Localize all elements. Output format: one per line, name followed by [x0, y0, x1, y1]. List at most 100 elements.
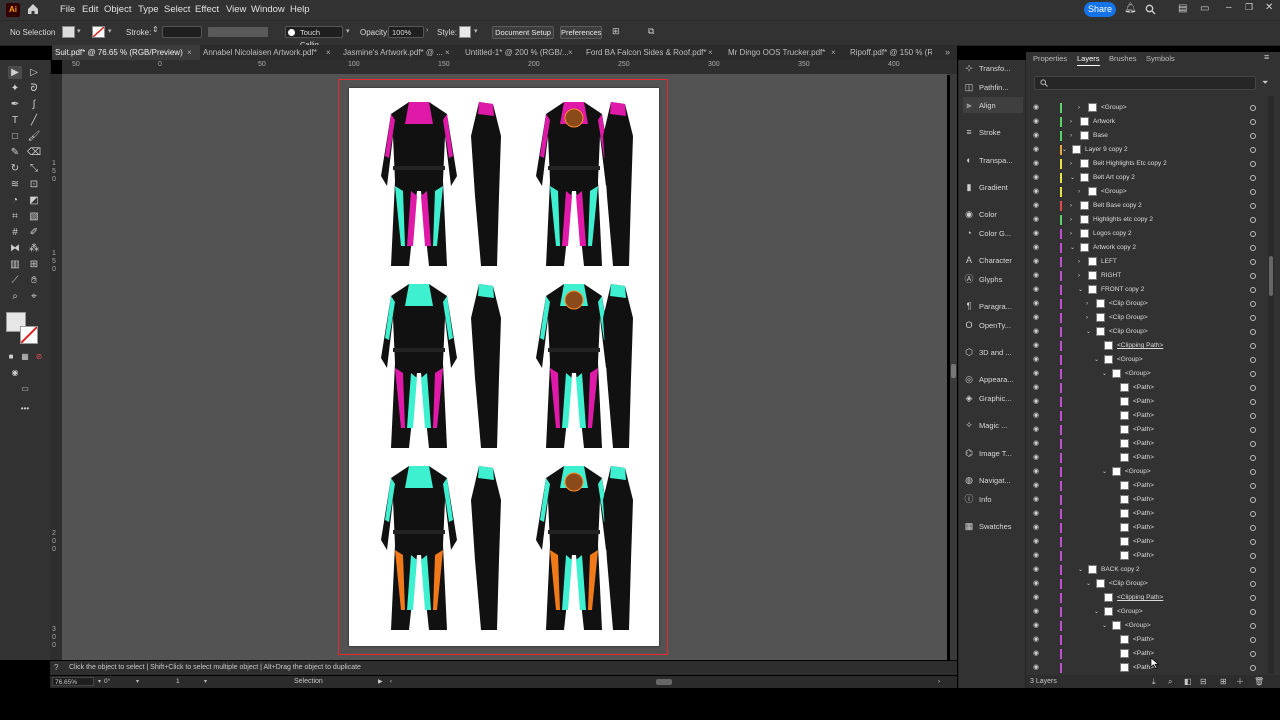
layer-row[interactable]: ◉ <Path>: [1030, 661, 1258, 675]
eye-icon[interactable]: ◉: [1033, 549, 1039, 563]
artboard-navigation-field[interactable]: 1: [174, 677, 204, 686]
target-circle-icon[interactable]: [1250, 539, 1256, 545]
target-circle-icon[interactable]: [1250, 203, 1256, 209]
layer-row[interactable]: ◉ ⌄ <Clip Group>: [1030, 577, 1258, 591]
layer-row[interactable]: ◉ ⌄ Layer 9 copy 2: [1030, 143, 1258, 157]
layer-row[interactable]: ◉ ⌄ <Group>: [1030, 465, 1258, 479]
collect-export-icon[interactable]: ⤓: [1152, 675, 1156, 688]
chevron-down-icon[interactable]: ⌄: [1070, 171, 1075, 185]
blend-tool-icon[interactable]: ⧓: [8, 242, 22, 255]
layer-row[interactable]: ◉ <Path>: [1030, 549, 1258, 563]
layer-row[interactable]: ◉ › Artwork: [1030, 115, 1258, 129]
chevron-down-icon[interactable]: ⌄: [1070, 241, 1075, 255]
more-tabs-icon[interactable]: »: [945, 45, 950, 60]
chevron-right-icon[interactable]: ›: [1070, 213, 1072, 227]
gradient-mode-icon[interactable]: ▦: [18, 350, 32, 363]
eye-icon[interactable]: ◉: [1033, 409, 1039, 423]
document-setup-button[interactable]: Document Setup: [492, 26, 554, 39]
panel-item-align[interactable]: ⫸ Align: [963, 97, 1023, 113]
eye-icon[interactable]: ◉: [1033, 339, 1039, 353]
target-circle-icon[interactable]: [1250, 259, 1256, 265]
preferences-button[interactable]: Preferences: [560, 26, 602, 39]
target-circle-icon[interactable]: [1250, 105, 1256, 111]
close-icon[interactable]: ×: [708, 45, 713, 60]
eye-icon[interactable]: ◉: [1033, 353, 1039, 367]
layer-row[interactable]: ◉ › <Group>: [1030, 101, 1258, 115]
target-circle-icon[interactable]: [1250, 119, 1256, 125]
panel-item-color-guide[interactable]: ◔ Color G...: [963, 225, 1023, 241]
tab-layers[interactable]: Layers: [1077, 54, 1100, 66]
panel-item-pathfinder[interactable]: ◫ Pathfin...: [963, 79, 1023, 95]
layer-row[interactable]: ◉ <Path>: [1030, 633, 1258, 647]
filter-icon[interactable]: ⏷: [1262, 78, 1268, 88]
panel-item-paragraph[interactable]: ¶ Paragra...: [963, 298, 1023, 314]
target-circle-icon[interactable]: [1250, 301, 1256, 307]
eyedropper-tool-icon[interactable]: ✐: [27, 226, 41, 239]
pen-tool-icon[interactable]: ✒: [8, 98, 22, 111]
symbol-sprayer-tool-icon[interactable]: ⁂: [27, 242, 41, 255]
chevron-down-icon[interactable]: ⌄: [1078, 283, 1083, 297]
menu-type[interactable]: Type: [138, 4, 159, 15]
chevron-down-icon[interactable]: ⌄: [1078, 563, 1083, 577]
eye-icon[interactable]: ◉: [1033, 577, 1039, 591]
close-icon[interactable]: ×: [187, 45, 192, 60]
target-circle-icon[interactable]: [1250, 623, 1256, 629]
close-icon[interactable]: ×: [445, 45, 450, 60]
layer-row[interactable]: ◉ › Logos copy 2: [1030, 227, 1258, 241]
target-circle-icon[interactable]: [1250, 483, 1256, 489]
target-circle-icon[interactable]: [1250, 413, 1256, 419]
panel-item-gradient[interactable]: ▮ Gradient: [963, 179, 1023, 195]
mesh-tool-icon[interactable]: #: [8, 226, 22, 239]
magic-wand-tool-icon[interactable]: ✦: [8, 82, 22, 95]
layer-row[interactable]: ◉ › Belt Highlights Etc copy 2: [1030, 157, 1258, 171]
delete-layer-icon[interactable]: 🗑︎: [1254, 675, 1264, 688]
layer-row[interactable]: ◉ ⌄ <Group>: [1030, 605, 1258, 619]
close-icon[interactable]: ×: [326, 45, 331, 60]
perspective-grid-tool-icon[interactable]: ⌗: [8, 210, 22, 223]
menu-view[interactable]: View: [226, 4, 246, 15]
eye-icon[interactable]: ◉: [1033, 185, 1039, 199]
layer-row[interactable]: ◉ <Path>: [1030, 451, 1258, 465]
arrange-documents-icon[interactable]: ⊞: [612, 26, 620, 37]
eye-icon[interactable]: ◉: [1033, 269, 1039, 283]
panel-item-graphic-styles[interactable]: ◈ Graphic...: [963, 390, 1023, 406]
panel-item-appearance[interactable]: ◎ Appeara...: [963, 371, 1023, 387]
menu-edit[interactable]: Edit: [82, 4, 98, 15]
target-circle-icon[interactable]: [1250, 231, 1256, 237]
eye-icon[interactable]: ◉: [1033, 381, 1039, 395]
target-circle-icon[interactable]: [1250, 651, 1256, 657]
target-circle-icon[interactable]: [1250, 553, 1256, 559]
target-circle-icon[interactable]: [1250, 567, 1256, 573]
close-icon[interactable]: ×: [831, 45, 836, 60]
layer-row[interactable]: ◉ <Path>: [1030, 395, 1258, 409]
eye-icon[interactable]: ◉: [1033, 311, 1039, 325]
layer-row[interactable]: ◉ ⌄ Artwork copy 2: [1030, 241, 1258, 255]
chevron-down-icon[interactable]: ⌄: [1062, 143, 1067, 157]
chevron-right-icon[interactable]: ›: [1086, 311, 1088, 325]
eye-icon[interactable]: ◉: [1033, 451, 1039, 465]
layer-row[interactable]: ◉ › Highlights etc copy 2: [1030, 213, 1258, 227]
artboard-tool-icon[interactable]: ⊞: [27, 258, 41, 271]
target-circle-icon[interactable]: [1250, 133, 1256, 139]
tab-symbols[interactable]: Symbols: [1146, 54, 1175, 63]
share-button[interactable]: Share: [1084, 2, 1116, 17]
panel-item-color[interactable]: ◉ Color: [963, 206, 1023, 222]
shaper-tool-icon[interactable]: ✎: [8, 146, 22, 159]
restore-icon[interactable]: ❐: [1245, 2, 1253, 13]
eye-icon[interactable]: ◉: [1033, 241, 1039, 255]
panel-item-info[interactable]: ⓘ Info: [963, 491, 1023, 507]
type-tool-icon[interactable]: T: [8, 114, 22, 127]
layer-row[interactable]: ◉ ⌄ <Group>: [1030, 619, 1258, 633]
chevron-down-icon[interactable]: ▾: [136, 676, 139, 688]
scroll-thumb[interactable]: [951, 364, 956, 378]
vertical-scrollbar[interactable]: [950, 74, 957, 660]
variable-width-profile[interactable]: [208, 27, 268, 37]
panel-item-transparency[interactable]: ◐ Transpa...: [963, 152, 1023, 168]
eye-icon[interactable]: ◉: [1033, 129, 1039, 143]
target-circle-icon[interactable]: [1250, 161, 1256, 167]
target-circle-icon[interactable]: [1250, 497, 1256, 503]
warp-tool-icon[interactable]: ≋: [8, 178, 22, 191]
locate-object-icon[interactable]: ⌕: [1168, 675, 1172, 688]
layer-row[interactable]: ◉ <Clipping Path>: [1030, 339, 1258, 353]
shape-builder-tool-icon[interactable]: ◔: [8, 194, 22, 207]
